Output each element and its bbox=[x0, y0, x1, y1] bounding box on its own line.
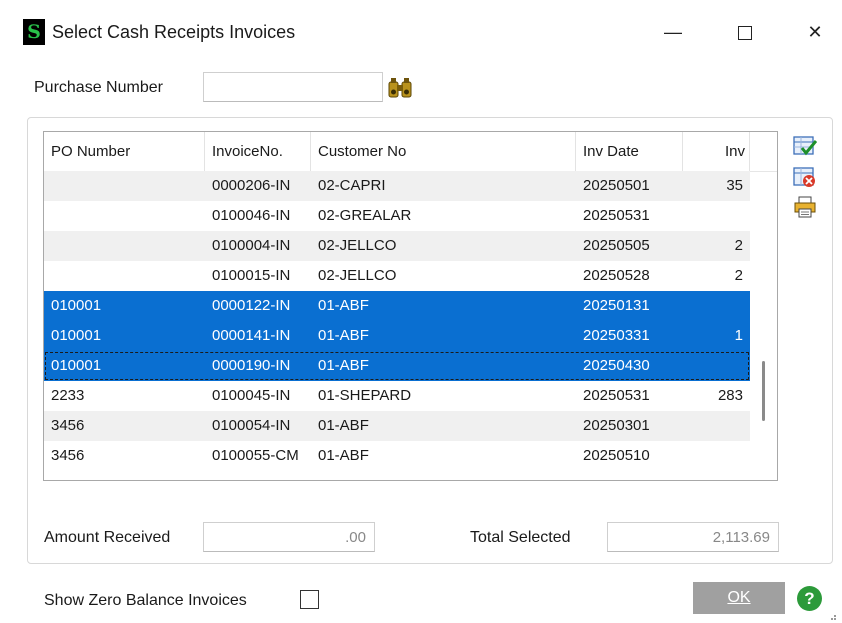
table-row[interactable]: 0000206-IN 02-CAPRI 20250501 35 bbox=[44, 171, 750, 201]
cell-po-number bbox=[44, 231, 205, 261]
purchase-number-input[interactable] bbox=[203, 72, 383, 102]
cell-customer-no: 02-CAPRI bbox=[318, 177, 386, 194]
table-row[interactable]: 3456 0100054-IN 01-ABF 20250301 bbox=[44, 411, 750, 441]
cell-invoice-no: 0000141-IN bbox=[212, 327, 291, 344]
maximize-icon bbox=[738, 26, 752, 41]
column-header-inv-date[interactable]: Inv Date bbox=[576, 132, 683, 171]
cell-po-number: 3456 bbox=[51, 447, 85, 464]
cell-invoice-no: 0000206-IN bbox=[212, 177, 291, 194]
cell-inv-date: 20250531 bbox=[583, 207, 650, 224]
cell-customer-no: 02-GREALAR bbox=[318, 207, 412, 224]
cell-inv bbox=[683, 441, 750, 471]
cell-inv: 1 bbox=[734, 327, 743, 344]
cell-customer-no: 01-ABF bbox=[318, 327, 369, 344]
cell-customer-no: 01-SHEPARD bbox=[318, 387, 412, 404]
help-icon[interactable]: ? bbox=[797, 586, 822, 611]
cell-customer-no: 02-JELLCO bbox=[318, 237, 397, 254]
cell-customer-no: 01-ABF bbox=[318, 447, 369, 464]
cell-invoice-no: 0100045-IN bbox=[212, 387, 291, 404]
cell-po-number bbox=[44, 201, 205, 231]
amount-received-label: Amount Received bbox=[44, 529, 171, 546]
show-zero-balance-checkbox[interactable] bbox=[300, 590, 319, 609]
table-row[interactable]: 010001 0000141-IN 01-ABF 20250331 1 bbox=[44, 321, 750, 351]
table-row[interactable]: 010001 0000190-IN 01-ABF 20250430 bbox=[44, 351, 750, 381]
invoice-grid[interactable]: PO Number InvoiceNo. Customer No Inv Dat… bbox=[43, 131, 778, 481]
grid-header: PO Number InvoiceNo. Customer No Inv Dat… bbox=[44, 132, 777, 172]
cell-inv-date: 20250301 bbox=[583, 417, 650, 434]
cell-inv: 2 bbox=[734, 237, 743, 254]
column-header-po-number[interactable]: PO Number bbox=[44, 132, 205, 171]
cell-inv: 35 bbox=[726, 177, 743, 194]
table-row[interactable]: 3456 0100055-CM 01-ABF 20250510 bbox=[44, 441, 750, 471]
cell-inv-date: 20250430 bbox=[583, 357, 650, 374]
minimize-button[interactable]: — bbox=[650, 14, 696, 50]
total-selected-label: Total Selected bbox=[470, 529, 571, 546]
column-header-invoice-no[interactable]: InvoiceNo. bbox=[205, 132, 311, 171]
cell-inv: 283 bbox=[717, 387, 743, 404]
vertical-scrollbar[interactable] bbox=[762, 361, 765, 421]
maximize-button[interactable] bbox=[722, 14, 768, 50]
binoculars-icon[interactable] bbox=[388, 77, 412, 99]
cell-inv-date: 20250528 bbox=[583, 267, 650, 284]
show-zero-balance-label: Show Zero Balance Invoices bbox=[44, 592, 247, 609]
cell-customer-no: 01-ABF bbox=[318, 357, 369, 374]
window-title: Select Cash Receipts Invoices bbox=[52, 22, 296, 42]
cell-invoice-no: 0100055-CM bbox=[212, 447, 299, 464]
cell-inv: 2 bbox=[734, 267, 743, 284]
cell-inv-date: 20250331 bbox=[583, 327, 650, 344]
cell-invoice-no: 0100015-IN bbox=[212, 267, 291, 284]
cell-invoice-no: 0100004-IN bbox=[212, 237, 291, 254]
cell-po-number: 010001 bbox=[51, 357, 102, 374]
cell-po-number: 010001 bbox=[51, 327, 102, 344]
amount-received-input[interactable] bbox=[203, 522, 375, 552]
cell-inv bbox=[683, 411, 750, 441]
print-icon[interactable] bbox=[793, 196, 817, 218]
cell-invoice-no: 0000190-IN bbox=[212, 357, 291, 374]
table-row[interactable]: 010001 0000122-IN 01-ABF 20250131 bbox=[44, 291, 750, 321]
column-header-customer-no[interactable]: Customer No bbox=[311, 132, 576, 171]
cell-customer-no: 02-JELLCO bbox=[318, 267, 397, 284]
cell-inv-date: 20250131 bbox=[583, 297, 650, 314]
close-button[interactable]: ✕ bbox=[792, 14, 838, 50]
cell-customer-no: 01-ABF bbox=[318, 297, 369, 314]
table-row[interactable]: 0100015-IN 02-JELLCO 20250528 2 bbox=[44, 261, 750, 291]
clear-selection-icon[interactable] bbox=[793, 166, 817, 188]
select-all-check-icon[interactable] bbox=[793, 135, 817, 157]
cell-po-number: 3456 bbox=[51, 417, 85, 434]
cell-inv-date: 20250531 bbox=[583, 387, 650, 404]
cell-invoice-no: 0000122-IN bbox=[212, 297, 291, 314]
cell-po-number bbox=[44, 261, 205, 291]
table-row[interactable]: 0100004-IN 02-JELLCO 20250505 2 bbox=[44, 231, 750, 261]
cell-inv-date: 20250501 bbox=[583, 177, 650, 194]
cell-po-number bbox=[44, 171, 205, 201]
cell-invoice-no: 0100054-IN bbox=[212, 417, 291, 434]
cell-inv-date: 20250510 bbox=[583, 447, 650, 464]
cell-invoice-no: 0100046-IN bbox=[212, 207, 291, 224]
table-row[interactable]: 2233 0100045-IN 01-SHEPARD 20250531 283 bbox=[44, 381, 750, 411]
ok-button[interactable]: OK bbox=[693, 582, 785, 614]
resize-grip-icon[interactable] bbox=[828, 612, 836, 620]
purchase-number-label: Purchase Number bbox=[34, 79, 163, 96]
cell-customer-no: 01-ABF bbox=[318, 417, 369, 434]
cell-po-number: 010001 bbox=[51, 297, 102, 314]
cell-inv bbox=[683, 351, 750, 381]
cell-po-number: 2233 bbox=[51, 387, 85, 404]
app-logo-icon: S bbox=[23, 19, 45, 45]
cell-inv bbox=[683, 201, 750, 231]
cell-inv bbox=[683, 291, 750, 321]
cell-inv-date: 20250505 bbox=[583, 237, 650, 254]
column-header-inv[interactable]: Inv bbox=[683, 132, 750, 171]
table-row[interactable]: 0100046-IN 02-GREALAR 20250531 bbox=[44, 201, 750, 231]
total-selected-field bbox=[607, 522, 779, 552]
